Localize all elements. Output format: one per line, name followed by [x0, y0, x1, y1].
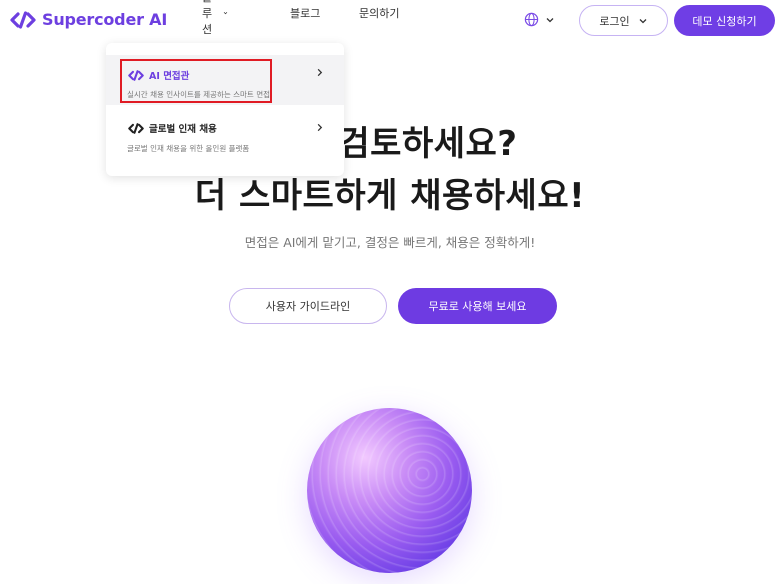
nav-blog[interactable]: 블로그	[290, 5, 320, 21]
login-button[interactable]: 로그인	[579, 5, 668, 36]
hero-subtitle: 면접은 AI에게 맡기고, 결정은 빠르게, 채용은 정확하게!	[244, 235, 536, 250]
chevron-right-icon	[317, 68, 323, 77]
demo-request-button[interactable]: 데모 신청하기	[674, 5, 775, 36]
solutions-dropdown: AI 면접관 실시간 채용 인사이트를 제공하는 스마트 면접 글로벌 인재 채…	[106, 43, 344, 176]
header: Supercoder AI 솔루션 블로그 문의하기 로그인 데모	[0, 0, 780, 42]
dropdown-item-ai-interviewer[interactable]: AI 면접관 실시간 채용 인사이트를 제공하는 스마트 면접	[106, 55, 344, 105]
login-label: 로그인	[599, 14, 630, 28]
try-free-button[interactable]: 무료로 사용해 보세요	[398, 288, 557, 324]
code-logo-icon	[10, 10, 36, 29]
brand-name: Supercoder AI	[42, 10, 168, 29]
dropdown-item-label: 글로벌 인재 채용	[149, 124, 217, 135]
logo[interactable]: Supercoder AI	[10, 10, 167, 29]
nav-contact-label: 문의하기	[359, 7, 400, 20]
language-selector[interactable]	[524, 12, 555, 27]
dropdown-item-desc: 글로벌 인재 채용을 위한 올인원 플랫폼	[127, 144, 250, 153]
nav-contact[interactable]: 문의하기	[359, 5, 399, 21]
nav-solutions[interactable]: 솔루션	[202, 0, 228, 37]
code-logo-icon	[128, 69, 144, 81]
user-guide-button[interactable]: 사용자 가이드라인	[229, 288, 387, 324]
dropdown-item-label: AI 면접관	[149, 71, 190, 82]
dropdown-item-desc: 실시간 채용 인사이트를 제공하는 스마트 면접	[127, 90, 271, 99]
hero-sphere-graphic	[307, 408, 472, 573]
nav-solutions-label: 솔루션	[202, 0, 213, 36]
code-logo-icon	[128, 122, 144, 134]
globe-icon	[524, 12, 539, 27]
chevron-right-icon	[317, 123, 323, 132]
chevron-down-icon	[639, 18, 647, 23]
dropdown-item-title: 글로벌 인재 채용	[128, 121, 217, 135]
chevron-down-icon	[223, 12, 228, 15]
dropdown-item-global-hiring[interactable]: 글로벌 인재 채용 글로벌 인재 채용을 위한 올인원 플랫폼	[106, 115, 344, 157]
dropdown-item-title: AI 면접관	[128, 68, 189, 82]
chevron-down-icon	[546, 17, 554, 22]
nav-blog-label: 블로그	[290, 7, 321, 20]
